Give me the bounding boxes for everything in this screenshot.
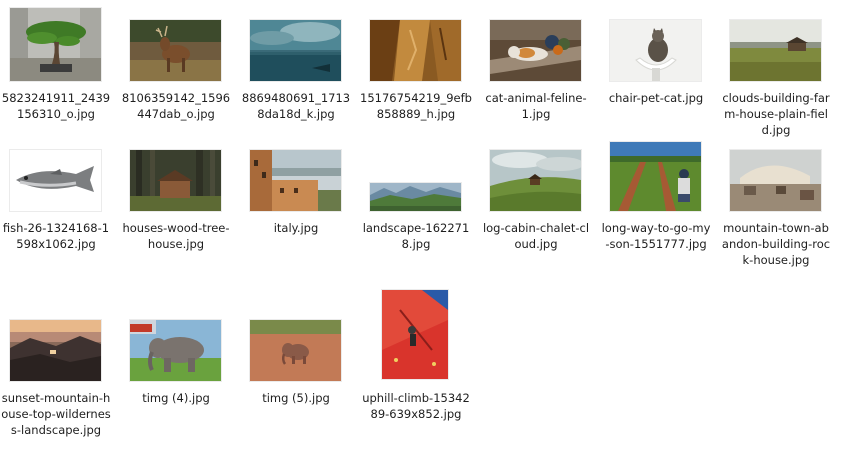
log-cabin-hill-photo-thumbnail bbox=[490, 150, 581, 211]
mountain-landscape-photo-thumbnail bbox=[370, 183, 461, 211]
file-name: timg (5).jpg bbox=[262, 391, 330, 405]
red-climbing-wall-photo-thumbnail bbox=[382, 290, 448, 379]
baby-elephant-photo-thumbnail bbox=[250, 320, 341, 381]
italy-town-photo-thumbnail bbox=[250, 150, 341, 211]
file-name: 8106359142_1596447dab_o.jpg bbox=[121, 91, 231, 121]
file-name: landscape-1622718.jpg bbox=[362, 221, 470, 251]
file-name: mountain-town-abandon-building-rock-hous… bbox=[721, 221, 831, 267]
file-name: long-way-to-go-my-son-1551777.jpg bbox=[601, 221, 711, 251]
sunset-mountain-photo-thumbnail bbox=[10, 320, 101, 381]
bonsai-tree-photo-thumbnail bbox=[10, 8, 101, 81]
elephant-photo-thumbnail bbox=[130, 320, 221, 381]
deer-photo-thumbnail bbox=[130, 20, 221, 81]
file-name: italy.jpg bbox=[273, 221, 319, 235]
file-name: chair-pet-cat.jpg bbox=[608, 91, 704, 105]
sea-clouds-photo-thumbnail bbox=[250, 20, 341, 81]
fish-photo-thumbnail bbox=[10, 150, 101, 211]
rock-cave-photo-thumbnail bbox=[370, 20, 461, 81]
child-on-field-photo-thumbnail bbox=[610, 142, 701, 211]
file-name: log-cabin-chalet-cloud.jpg bbox=[482, 221, 590, 251]
cat-on-bench-photo-thumbnail bbox=[490, 20, 581, 81]
cat-on-chair-photo-thumbnail bbox=[610, 20, 701, 81]
file-name: clouds-building-farm-house-plain-field.j… bbox=[722, 91, 830, 137]
file-name: uphill-climb-1534289-639x852.jpg bbox=[362, 391, 470, 421]
file-name: 5823241911_2439156310_o.jpg bbox=[1, 91, 111, 121]
file-name: 8869480691_17138da18d_k.jpg bbox=[241, 91, 351, 121]
file-name: cat-animal-feline-1.jpg bbox=[485, 91, 587, 121]
file-name: houses-wood-tree-house.jpg bbox=[122, 221, 230, 251]
file-name: sunset-mountain-house-top-wilderness-lan… bbox=[1, 391, 111, 437]
file-name: timg (4).jpg bbox=[142, 391, 210, 405]
file-name: 15176754219_9efb858889_h.jpg bbox=[360, 91, 472, 121]
abandoned-town-photo-thumbnail bbox=[730, 150, 821, 211]
farm-field-photo-thumbnail bbox=[730, 20, 821, 81]
wood-house-forest-photo-thumbnail bbox=[130, 150, 221, 211]
file-name: fish-26-1324168-1598x1062.jpg bbox=[2, 221, 110, 251]
